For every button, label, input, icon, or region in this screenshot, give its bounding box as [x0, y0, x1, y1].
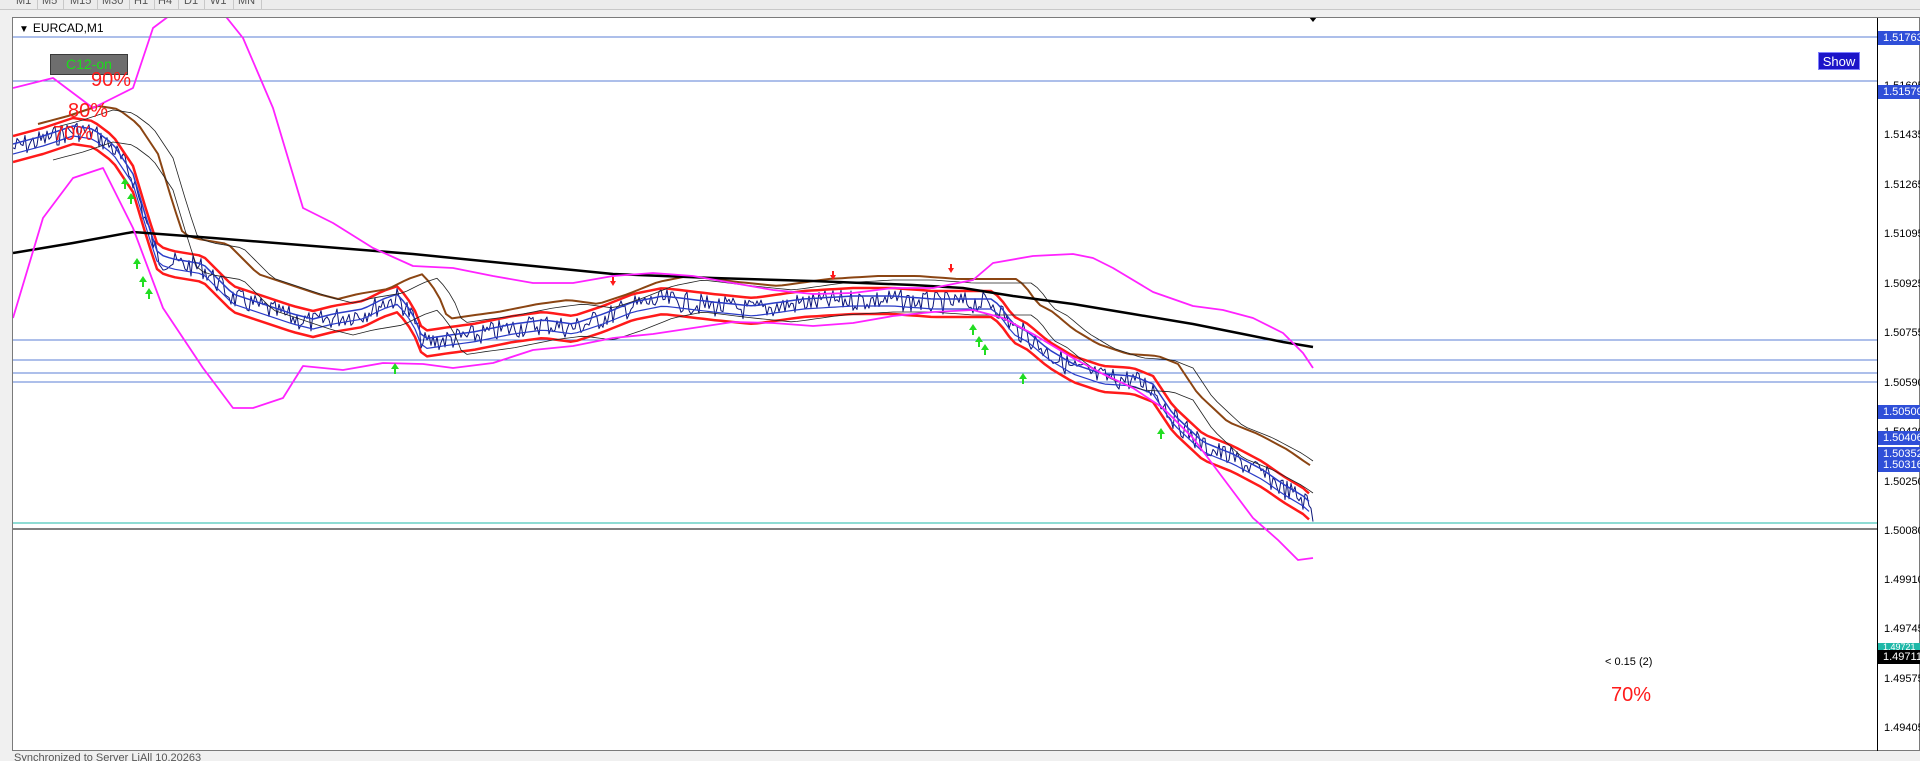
price-line: [13, 122, 1314, 522]
timeframe-d1-button[interactable]: D1: [178, 0, 206, 9]
buy-arrow-icon: [121, 178, 129, 189]
timeframe-mn-button[interactable]: MN: [232, 0, 263, 9]
price-tick: 1.49745: [1884, 623, 1920, 635]
chart-window[interactable]: ▼ EURCAD,M1 C12-on Show 90% 80% 70% 70% <…: [12, 17, 1920, 752]
chart-title[interactable]: ▼ EURCAD,M1: [19, 21, 104, 35]
timeframe-m30-button[interactable]: M30: [96, 0, 131, 9]
timeframe-toolbar: M1 M5 M15 M30 H1 H4 D1 W1 MN: [0, 0, 1920, 10]
percent-label-90: 90%: [91, 69, 132, 91]
percent-label-80: 80%: [68, 100, 109, 122]
price-chart[interactable]: [13, 18, 1920, 752]
price-tick: 1.50250: [1884, 476, 1920, 488]
timeframe-m1-button[interactable]: M1: [10, 0, 39, 9]
sell-arrow-icon: [948, 264, 954, 273]
price-tick: 1.49575: [1884, 673, 1920, 685]
price-tick: 1.51435: [1884, 129, 1920, 141]
ma-blue-line: [13, 135, 1310, 512]
show-button[interactable]: Show: [1818, 52, 1860, 70]
ma-red-lower-line: [13, 142, 1310, 521]
price-tick: 1.50925: [1884, 278, 1920, 290]
chart-symbol-label: EURCAD,M1: [32, 21, 104, 35]
buy-arrow-icon: [975, 336, 983, 347]
buy-arrow-icon: [145, 288, 153, 299]
spread-label: < 0.15 (2): [1605, 656, 1653, 668]
buy-arrow-icon: [139, 276, 147, 287]
timeframe-m5-button[interactable]: M5: [36, 0, 65, 9]
price-tick: 1.51095: [1884, 228, 1920, 240]
status-bar: Synchronized to Server LiAll 10.20263: [0, 751, 1920, 761]
buy-arrow-icon: [1157, 428, 1165, 439]
timeframe-h1-button[interactable]: H1: [128, 0, 156, 9]
price-tick: 1.50080: [1884, 525, 1920, 537]
trading-terminal: M1 M5 M15 M30 H1 H4 D1 W1 MN ▼ EURCAD,M1 …: [0, 0, 1920, 761]
ma-red-upper-line: [13, 116, 1310, 495]
price-tag: 1.50500: [1878, 405, 1920, 419]
price-tick: 1.50755: [1884, 327, 1920, 339]
band-lower-line: [13, 167, 1314, 561]
buy-arrow-icon: [133, 258, 141, 269]
status-text: Synchronized to Server LiAll 10.20263: [14, 752, 202, 761]
price-tick: 1.50590: [1884, 377, 1920, 389]
chart-shift-icon: [1309, 18, 1317, 22]
price-tag: 1.51579: [1878, 85, 1920, 99]
buy-arrow-icon: [969, 324, 977, 335]
price-tick: 1.49405: [1884, 722, 1920, 734]
timeframe-h4-button[interactable]: H4: [152, 0, 180, 9]
price-tag: 1.50316: [1878, 458, 1920, 472]
sell-arrow-icon: [610, 277, 616, 286]
price-scale[interactable]: 1.51605 1.51435 1.51265 1.51095 1.50925 …: [1877, 18, 1920, 752]
percent-label-70: 70%: [53, 123, 94, 145]
percent-label-70-bottom: 70%: [1611, 684, 1652, 706]
current-price-tag: 1.49711: [1878, 650, 1920, 664]
price-tag: 1.51763: [1878, 31, 1920, 45]
buy-arrow-icon: [981, 344, 989, 355]
dropdown-triangle-icon[interactable]: ▼: [19, 24, 29, 35]
price-tick: 1.49910: [1884, 574, 1920, 586]
timeframe-m15-button[interactable]: M15: [64, 0, 99, 9]
price-tick: 1.51265: [1884, 179, 1920, 191]
buy-arrow-icon: [391, 363, 399, 374]
price-tag: 1.50406: [1878, 431, 1920, 445]
timeframe-w1-button[interactable]: W1: [204, 0, 234, 9]
